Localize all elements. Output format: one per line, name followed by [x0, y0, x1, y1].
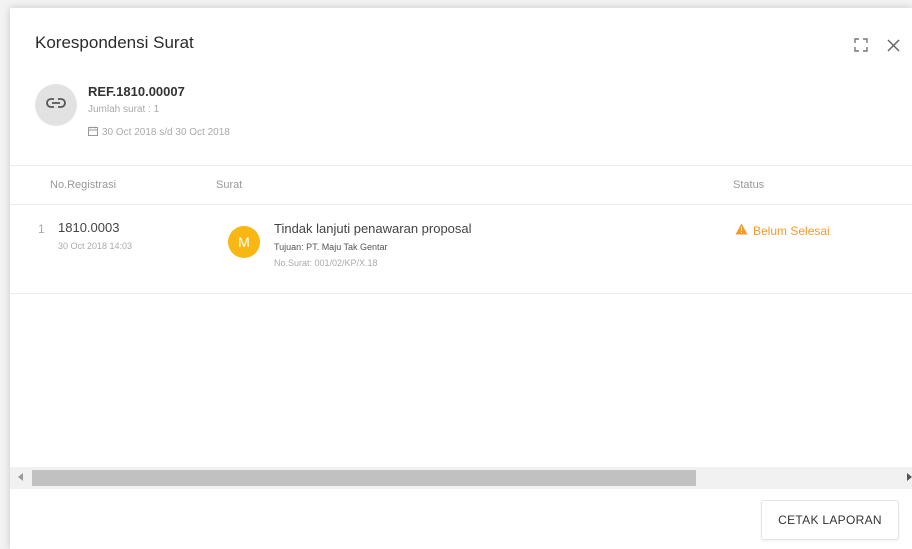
sender-avatar: M	[228, 226, 260, 258]
header-surat[interactable]: Surat	[216, 179, 242, 191]
registration-date: 30 Oct 2018 14:03	[58, 241, 133, 251]
header-registrasi[interactable]: No.Registrasi	[50, 179, 116, 191]
registration-number[interactable]: 1810.0003	[58, 220, 119, 235]
scroll-right-arrow[interactable]	[907, 473, 912, 481]
warning-icon	[735, 223, 748, 238]
dialog-header-actions	[852, 36, 902, 54]
scroll-left-arrow[interactable]	[18, 473, 23, 481]
row-number: 1	[38, 222, 45, 236]
letter-number: No.Surat: 001/02/KP/X.18	[274, 258, 378, 268]
horizontal-scrollbar[interactable]	[10, 467, 912, 489]
table-header: No.Registrasi Surat Status	[10, 165, 912, 205]
close-icon[interactable]	[884, 36, 902, 54]
table-row[interactable]: 1 1810.0003 30 Oct 2018 14:03 M Tindak l…	[10, 206, 912, 294]
reference-date-range: 30 Oct 2018 s/d 30 Oct 2018	[88, 126, 230, 139]
dialog-title: Korespondensi Surat	[35, 33, 194, 52]
header-status[interactable]: Status	[733, 179, 764, 191]
status-badge: Belum Selesai	[735, 223, 830, 238]
date-range-text: 30 Oct 2018 s/d 30 Oct 2018	[102, 127, 230, 138]
link-avatar	[35, 84, 77, 126]
scrollbar-thumb[interactable]	[32, 470, 696, 486]
letter-subject[interactable]: Tindak lanjuti penawaran proposal	[274, 221, 472, 236]
calendar-icon	[88, 126, 98, 139]
korespondensi-dialog: Korespondensi Surat REF.1810.00007 Jumla…	[10, 8, 912, 549]
letter-recipient: Tujuan: PT. Maju Tak Gentar	[274, 242, 388, 252]
expand-icon[interactable]	[852, 36, 870, 54]
status-text: Belum Selesai	[753, 223, 830, 238]
link-icon	[46, 96, 66, 114]
reference-number: REF.1810.00007	[88, 84, 185, 99]
letter-count: Jumlah surat : 1	[88, 104, 160, 115]
print-report-button[interactable]: CETAK LAPORAN	[761, 500, 899, 540]
